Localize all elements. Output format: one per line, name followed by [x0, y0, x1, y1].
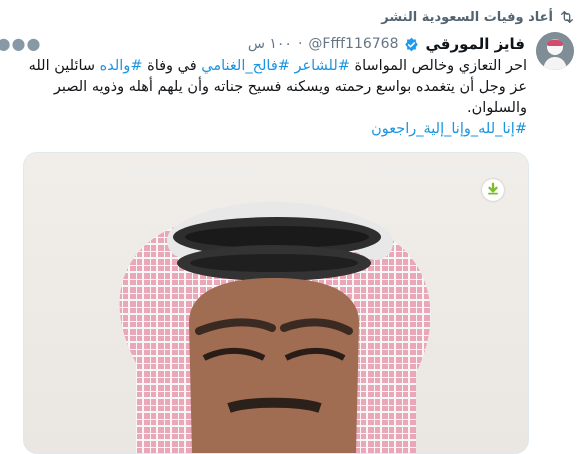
hashtag-father[interactable]: #والده: [100, 58, 143, 74]
more-icon: ●●●: [0, 33, 42, 53]
tweet-photo[interactable]: [23, 152, 529, 454]
avatar[interactable]: [536, 32, 574, 70]
hashtag-falih-alghanami[interactable]: #فالح_الغنامي: [201, 58, 290, 74]
tweet-header: فايز المورقي @Ffff116768 · ١٠٠ س: [248, 34, 525, 54]
retweet-label[interactable]: أعاد وفيات السعودية النشر: [381, 10, 553, 25]
timestamp[interactable]: ١٠٠ س: [248, 36, 292, 52]
download-button[interactable]: [482, 179, 504, 201]
tweet-text-part: في وفاة: [142, 58, 202, 74]
hashtag-poet[interactable]: #للشاعر: [295, 58, 350, 74]
hashtag-inna-lillah[interactable]: #إنا_لله_وإنا_إلية_راجعون: [371, 121, 527, 137]
handle[interactable]: @Ffff116768: [308, 36, 398, 52]
photo-content: [119, 201, 431, 453]
display-name[interactable]: فايز المورقي: [425, 35, 525, 53]
tweet-text-part: احر التعازي وخالص المواساة: [349, 58, 527, 74]
separator-dot: ·: [297, 36, 303, 52]
download-icon: [486, 181, 500, 200]
tweet-text: احر التعازي وخالص المواساة #للشاعر #فالح…: [17, 56, 527, 140]
verified-badge-icon: [404, 37, 419, 52]
more-options-button[interactable]: ●●●: [0, 32, 40, 54]
retweet-icon: [559, 9, 575, 25]
retweet-indicator: أعاد وفيات السعودية النشر: [381, 6, 575, 28]
